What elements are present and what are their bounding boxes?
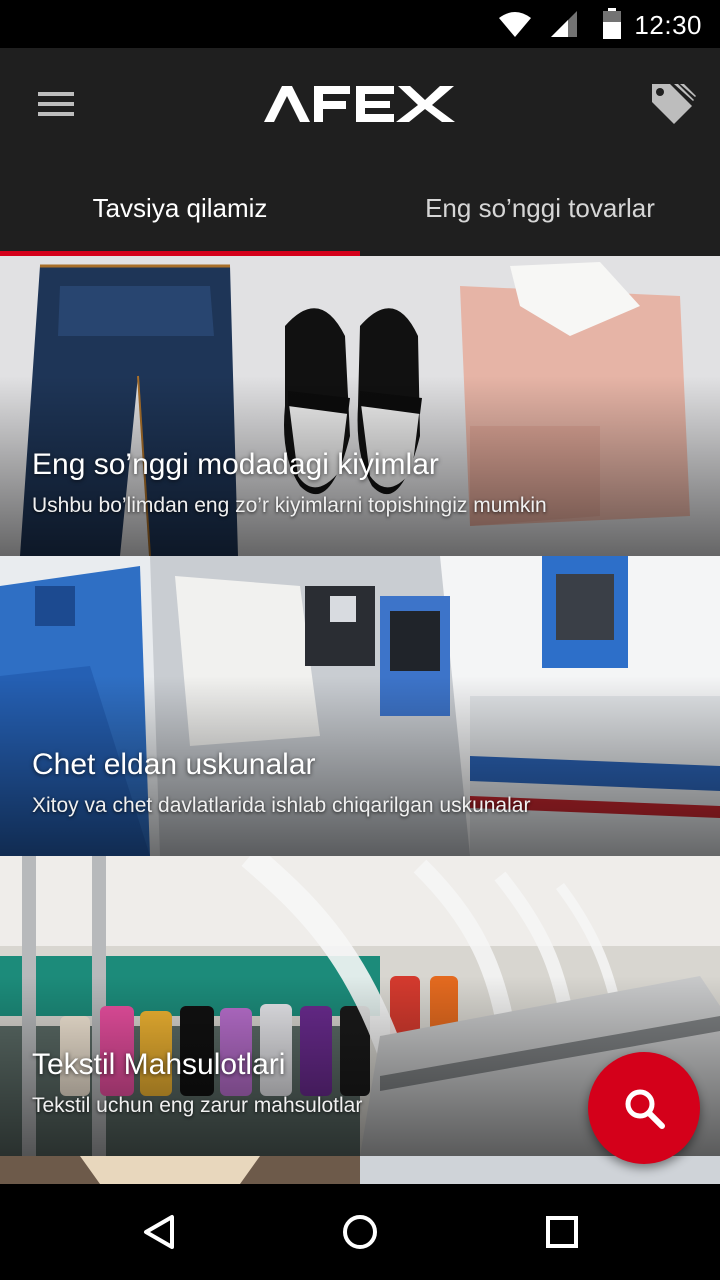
category-card-partial[interactable] (0, 1156, 720, 1184)
card-title: Tekstil Mahsulotlari (32, 1048, 286, 1081)
back-icon (144, 1215, 174, 1249)
system-nav-bar (0, 1184, 720, 1280)
home-button[interactable] (330, 1202, 390, 1262)
home-icon (343, 1215, 377, 1249)
hamburger-menu-icon (38, 92, 74, 116)
wifi-icon (499, 12, 531, 37)
status-time: 12:30 (634, 10, 702, 40)
card-title: Chet eldan uskunalar (32, 748, 316, 781)
category-card-equipment[interactable]: Chet eldan uskunalar Xitoy va chet davla… (0, 556, 720, 856)
afex-logo (264, 86, 455, 122)
category-list: Eng so’nggi modadagi kiyimlar Ushbu bo’l… (0, 256, 720, 1184)
tab-bar: Tavsiya qilamiz Eng so’nggi tovarlar (0, 160, 720, 256)
tags-button[interactable] (644, 78, 696, 130)
battery-icon (603, 8, 621, 39)
back-button[interactable] (130, 1202, 190, 1262)
search-icon (625, 1089, 665, 1129)
search-fab[interactable] (588, 1052, 700, 1164)
tab-latest-products[interactable]: Eng so’nggi tovarlar (360, 160, 720, 256)
tags-icon (652, 84, 696, 124)
recents-button[interactable] (532, 1202, 592, 1262)
partial-card-image (0, 1156, 720, 1184)
card-subtitle: Ushbu bo’limdan eng zo’r kiyimlarni topi… (32, 494, 547, 517)
menu-button[interactable] (24, 76, 88, 132)
category-card-fashion[interactable]: Eng so’nggi modadagi kiyimlar Ushbu bo’l… (0, 256, 720, 556)
tab-recommended[interactable]: Tavsiya qilamiz (0, 160, 360, 256)
recents-icon (546, 1216, 578, 1248)
card-title: Eng so’nggi modadagi kiyimlar (32, 448, 439, 481)
card-subtitle: Xitoy va chet davlatlarida ishlab chiqar… (32, 794, 531, 817)
card-subtitle: Tekstil uchun eng zarur mahsulotlar (32, 1094, 363, 1117)
signal-icon (551, 11, 577, 37)
app-toolbar (0, 48, 720, 160)
status-bar: 12:30 (0, 0, 720, 48)
